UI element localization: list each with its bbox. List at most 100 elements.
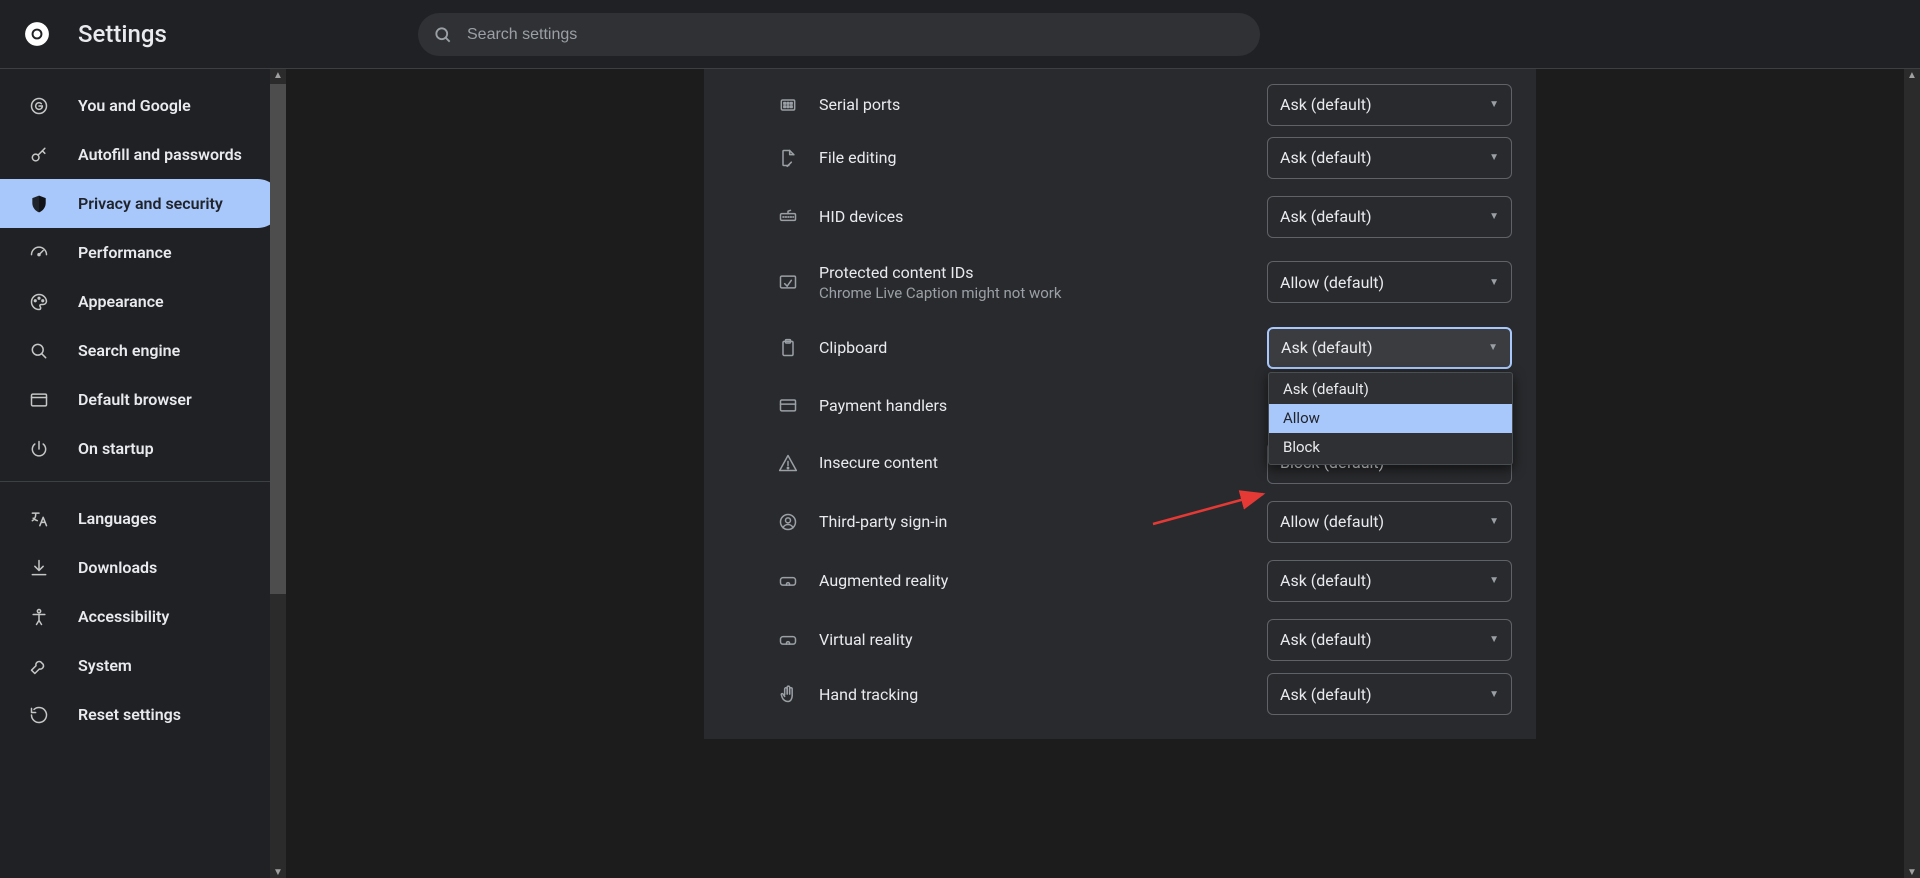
permission-labels: Hand tracking	[819, 685, 1267, 704]
chevron-down-icon: ▼	[1489, 516, 1499, 527]
sidebar-item-label: Downloads	[78, 558, 157, 577]
permissions-card: Serial portsAsk (default)▼File editingAs…	[704, 69, 1536, 739]
sidebar-item-search-engine[interactable]: Search engine	[0, 326, 282, 375]
chevron-down-icon: ▼	[1489, 211, 1499, 222]
permission-title: Insecure content	[819, 453, 1255, 472]
payment-icon	[777, 394, 799, 416]
sidebar-item-label: Performance	[78, 243, 172, 262]
chrome-logo-icon	[24, 21, 50, 47]
chevron-down-icon: ▼	[1489, 277, 1499, 288]
sidebar-scrollbar[interactable]: ▲ ▼	[270, 69, 286, 878]
sidebar-item-label: Accessibility	[78, 607, 169, 626]
translate-icon	[28, 508, 50, 530]
sidebar-item-autofill-and-passwords[interactable]: Autofill and passwords	[0, 130, 282, 179]
power-icon	[28, 438, 50, 460]
gauge-icon	[28, 242, 50, 264]
permission-labels: Insecure content	[819, 453, 1267, 472]
chevron-down-icon: ▼	[1489, 152, 1499, 163]
sidebar-item-appearance[interactable]: Appearance	[0, 277, 282, 326]
permission-dropdown[interactable]: Ask (default) ▼	[1267, 560, 1512, 602]
dropdown-value: Ask (default)	[1280, 630, 1372, 649]
page-title: Settings	[78, 20, 167, 48]
sidebar-scroll-thumb[interactable]	[270, 84, 286, 594]
permission-title: Hand tracking	[819, 685, 1255, 704]
permission-row-virtual-reality: Virtual realityAsk (default)▼	[704, 610, 1536, 669]
file-edit-icon	[777, 147, 799, 169]
download-icon	[28, 557, 50, 579]
dropdown-option-ask-default-[interactable]: Ask (default)	[1269, 375, 1512, 404]
permission-title: File editing	[819, 148, 1255, 167]
vr-icon	[777, 570, 799, 592]
sidebar-item-accessibility[interactable]: Accessibility	[0, 592, 282, 641]
permission-row-hid-devices: HID devices Ask (default) ▼	[704, 187, 1536, 246]
reset-icon	[28, 704, 50, 726]
permission-row-protected-content-ids: Protected content IDs Chrome Live Caption…	[704, 246, 1536, 318]
permission-dropdown[interactable]: Ask (default)▼	[1267, 673, 1512, 715]
dropdown-value: Allow (default)	[1280, 273, 1384, 292]
dropdown-value: Ask (default)	[1280, 148, 1372, 167]
key-icon	[28, 144, 50, 166]
dropdown-value: Ask (default)	[1280, 685, 1372, 704]
hand-icon	[777, 683, 799, 705]
dropdown-value: Ask (default)	[1280, 571, 1372, 590]
scroll-up-icon[interactable]: ▲	[273, 70, 283, 80]
permission-title: Augmented reality	[819, 571, 1255, 590]
search-container[interactable]	[418, 13, 1260, 56]
main-scrollbar[interactable]: ▲ ▼	[1904, 69, 1920, 878]
sidebar-item-you-and-google[interactable]: You and Google	[0, 81, 282, 130]
permission-row-file-editing: File editing Ask (default) ▼	[704, 128, 1536, 187]
wrench-icon	[28, 655, 50, 677]
permission-dropdown[interactable]: Ask (default)▼	[1267, 84, 1512, 126]
sidebar-item-default-browser[interactable]: Default browser	[0, 375, 282, 424]
permission-dropdown[interactable]: Allow (default) ▼	[1267, 261, 1512, 303]
chevron-down-icon: ▼	[1488, 342, 1498, 353]
dropdown-value: Ask (default)	[1280, 207, 1372, 226]
permission-labels: Serial ports	[819, 95, 1267, 114]
sidebar-item-system[interactable]: System	[0, 641, 282, 690]
permission-dropdown[interactable]: Allow (default)▼	[1267, 501, 1512, 543]
shield-icon	[28, 193, 50, 215]
sidebar-item-reset-settings[interactable]: Reset settings	[0, 690, 282, 739]
permission-labels: Virtual reality	[819, 630, 1267, 649]
sidebar-item-on-startup[interactable]: On startup	[0, 424, 282, 473]
permission-dropdown[interactable]: Ask (default)▼	[1267, 619, 1512, 661]
chevron-down-icon: ▼	[1489, 575, 1499, 586]
permission-dropdown[interactable]: Ask (default) ▼	[1267, 196, 1512, 238]
dropdown-option-block[interactable]: Block	[1269, 433, 1512, 462]
sidebar-item-languages[interactable]: Languages	[0, 494, 282, 543]
scroll-down-icon[interactable]: ▼	[273, 867, 283, 877]
dropdown-option-allow[interactable]: Allow	[1269, 404, 1512, 433]
hid-icon	[777, 206, 799, 228]
permission-row-third-party-sign-in: Third-party sign-inAllow (default)▼	[704, 492, 1536, 551]
dropdown-menu: Ask (default)AllowBlock	[1268, 372, 1513, 465]
warning-icon	[777, 452, 799, 474]
scroll-down-icon[interactable]: ▼	[1907, 867, 1917, 877]
sidebar-item-privacy-and-security[interactable]: Privacy and security	[0, 179, 282, 228]
sidebar-item-label: Privacy and security	[78, 194, 223, 213]
google-icon	[28, 95, 50, 117]
vr-icon	[777, 629, 799, 651]
permission-labels: HID devices	[819, 207, 1267, 226]
permission-title: Protected content IDs	[819, 263, 1255, 282]
permission-row-augmented-reality: Augmented reality Ask (default) ▼	[704, 551, 1536, 610]
sidebar-item-label: Reset settings	[78, 705, 181, 724]
permission-row-hand-tracking: Hand tracking Ask (default)▼	[704, 669, 1536, 719]
sidebar-item-downloads[interactable]: Downloads	[0, 543, 282, 592]
sidebar-item-label: On startup	[78, 439, 154, 458]
permission-title: HID devices	[819, 207, 1255, 226]
permission-labels: Clipboard	[819, 338, 1267, 357]
dropdown-value: Ask (default)	[1281, 338, 1373, 357]
scroll-up-icon[interactable]: ▲	[1907, 70, 1917, 80]
sidebar-item-label: Autofill and passwords	[78, 145, 242, 164]
chevron-down-icon: ▼	[1489, 99, 1499, 110]
permission-labels: Third-party sign-in	[819, 512, 1267, 531]
sidebar: You and Google Autofill and passwords Priv…	[0, 69, 286, 878]
accessibility-icon	[28, 606, 50, 628]
search-input[interactable]	[467, 26, 1260, 44]
permission-row-clipboard: ClipboardAsk (default)▼Ask (default)Allo…	[704, 318, 1536, 377]
permission-dropdown[interactable]: Ask (default) ▼	[1267, 137, 1512, 179]
sidebar-item-label: You and Google	[78, 96, 191, 115]
sidebar-item-performance[interactable]: Performance	[0, 228, 282, 277]
permission-subtitle: Chrome Live Caption might not work	[819, 284, 1255, 302]
permission-dropdown[interactable]: Ask (default)▼Ask (default)AllowBlock	[1267, 327, 1512, 369]
